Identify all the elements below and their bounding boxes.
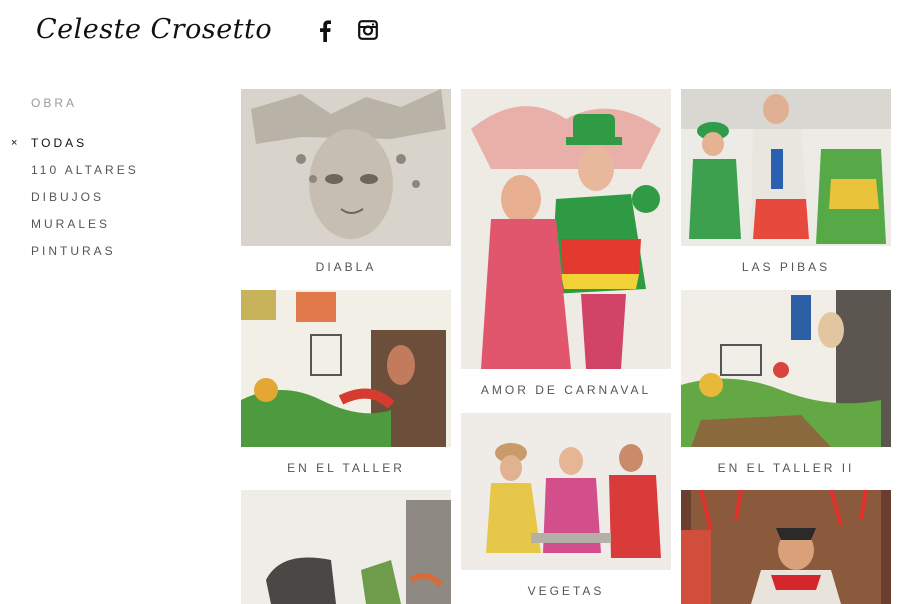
menu-item-label: DIBUJOS [31,190,105,204]
menu-item-dibujos[interactable]: DIBUJOS [0,190,139,217]
menu-item-murales[interactable]: MURALES [0,217,139,244]
facebook-icon[interactable] [318,20,332,42]
site-logo[interactable]: Celeste Crosetto [36,14,272,45]
artwork-title[interactable]: AMOR DE CARNAVAL [461,383,671,397]
menu-item-pinturas[interactable]: PINTURAS [0,244,139,271]
artwork-title[interactable]: EN EL TALLER [241,461,451,475]
artwork-image-las-pibas[interactable] [681,89,891,246]
menu-item-label: TODAS [31,136,88,150]
artwork-title[interactable]: DIABLA [241,260,451,274]
instagram-icon[interactable] [358,20,378,40]
active-close-icon[interactable]: × [11,136,17,150]
artwork-title[interactable]: LAS PIBAS [681,260,891,274]
artwork-image-diabla[interactable] [241,89,451,246]
menu-item-label: MURALES [31,217,111,231]
menu-item-todas[interactable]: × TODAS [0,136,139,163]
artwork-image-partial-2[interactable] [681,490,891,604]
artwork-image-partial[interactable] [241,490,451,604]
artwork-image-en-el-taller[interactable] [241,290,451,447]
menu-item-110-altares[interactable]: 110 ALTARES [0,163,139,190]
artwork-image-vegetas[interactable] [461,413,671,570]
menu-item-label: 110 ALTARES [31,163,139,177]
artwork-title[interactable]: EN EL TALLER II [681,461,891,475]
sidebar-heading: OBRA [31,96,78,110]
artwork-image-amor-de-carnaval[interactable] [461,89,671,369]
menu-item-label: PINTURAS [31,244,116,258]
artwork-title[interactable]: VEGETAS [461,584,671,598]
category-menu: × TODAS 110 ALTARES DIBUJOS MURALES PINT… [0,136,139,271]
artwork-image-en-el-taller-ii[interactable] [681,290,891,447]
